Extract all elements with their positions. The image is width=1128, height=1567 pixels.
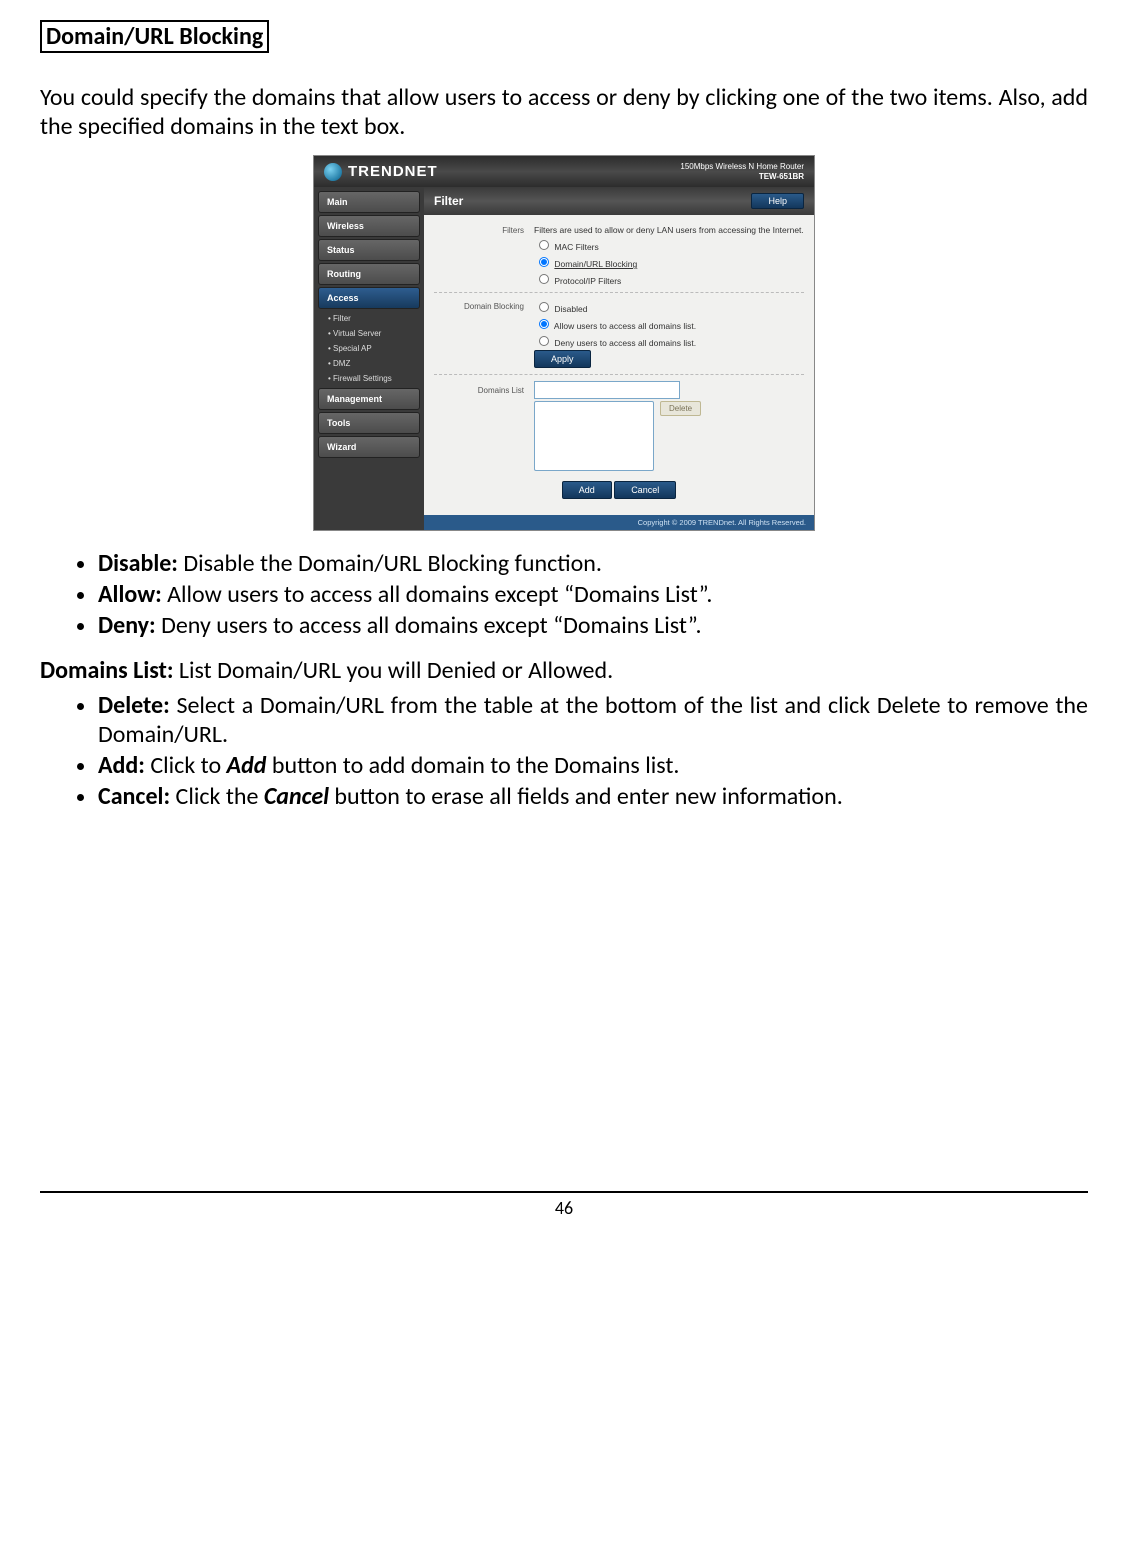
page-footer: 46 bbox=[40, 1191, 1088, 1219]
model-info: 150Mbps Wireless N Home Router TEW-651BR bbox=[680, 162, 804, 181]
page-number: 46 bbox=[555, 1197, 573, 1219]
sidebar-item-wireless[interactable]: Wireless bbox=[318, 215, 420, 237]
bullet-add: Add: Click to Add button to add domain t… bbox=[98, 751, 1088, 780]
router-sidebar: Main Wireless Status Routing Access • Fi… bbox=[314, 187, 424, 530]
router-content: Filter Help Filters Filters are used to … bbox=[424, 187, 814, 530]
cancel-button[interactable]: Cancel bbox=[614, 481, 676, 499]
radio-domain-blocking[interactable] bbox=[539, 257, 549, 267]
domain-blocking-label: Domain Blocking bbox=[434, 302, 530, 311]
db-disabled: Disabled bbox=[554, 304, 587, 314]
filters-label: Filters bbox=[434, 226, 530, 235]
model-line2: TEW-651BR bbox=[680, 172, 804, 182]
bullets-actions: Delete: Select a Domain/URL from the tab… bbox=[40, 691, 1088, 811]
db-allow: Allow users to access all domains list. bbox=[554, 321, 696, 331]
delete-button[interactable]: Delete bbox=[660, 401, 701, 416]
model-line1: 150Mbps Wireless N Home Router bbox=[680, 162, 804, 172]
radio-mac-filters[interactable] bbox=[539, 240, 549, 250]
router-header: TRENDNET 150Mbps Wireless N Home Router … bbox=[314, 156, 814, 187]
sidebar-item-status[interactable]: Status bbox=[318, 239, 420, 261]
sidebar-sub-dmz[interactable]: • DMZ bbox=[314, 356, 424, 371]
filters-desc: Filters are used to allow or deny LAN us… bbox=[534, 225, 804, 235]
sidebar-item-management[interactable]: Management bbox=[318, 388, 420, 410]
sidebar-item-wizard[interactable]: Wizard bbox=[318, 436, 420, 458]
sidebar-item-tools[interactable]: Tools bbox=[318, 412, 420, 434]
db-deny: Deny users to access all domains list. bbox=[554, 338, 696, 348]
panel-title: Filter bbox=[434, 194, 463, 208]
bullet-delete: Delete: Select a Domain/URL from the tab… bbox=[98, 691, 1088, 749]
sidebar-item-main[interactable]: Main bbox=[318, 191, 420, 213]
domain-input[interactable] bbox=[534, 381, 680, 399]
radio-protocol-ip[interactable] bbox=[539, 274, 549, 284]
sidebar-sub-firewall[interactable]: • Firewall Settings bbox=[314, 371, 424, 386]
sidebar-sub-virtual-server[interactable]: • Virtual Server bbox=[314, 326, 424, 341]
brand: TRENDNET bbox=[324, 163, 438, 181]
router-footer: Copyright © 2009 TRENDnet. All Rights Re… bbox=[424, 515, 814, 530]
sidebar-sub-special-ap[interactable]: • Special AP bbox=[314, 341, 424, 356]
sidebar-sub-filter[interactable]: • Filter bbox=[314, 311, 424, 326]
panel-title-bar: Filter Help bbox=[424, 187, 814, 215]
domains-list-heading: Domains List: List Domain/URL you will D… bbox=[40, 656, 1088, 685]
section-title: Domain/URL Blocking bbox=[40, 20, 269, 53]
sidebar-item-routing[interactable]: Routing bbox=[318, 263, 420, 285]
help-button[interactable]: Help bbox=[751, 193, 804, 209]
brand-text: TRENDNET bbox=[348, 163, 438, 180]
intro-paragraph: You could specify the domains that allow… bbox=[40, 83, 1088, 141]
brand-logo-icon bbox=[324, 163, 342, 181]
radio-disabled[interactable] bbox=[539, 302, 549, 312]
router-screenshot: TRENDNET 150Mbps Wireless N Home Router … bbox=[40, 155, 1088, 531]
bullets-modes: Disable: Disable the Domain/URL Blocking… bbox=[40, 549, 1088, 640]
add-button[interactable]: Add bbox=[562, 481, 612, 499]
radio-allow[interactable] bbox=[539, 319, 549, 329]
apply-button[interactable]: Apply bbox=[534, 350, 591, 368]
bullet-allow: Allow: Allow users to access all domains… bbox=[98, 580, 1088, 609]
radio-deny[interactable] bbox=[539, 336, 549, 346]
bullet-deny: Deny: Deny users to access all domains e… bbox=[98, 611, 1088, 640]
opt-protocol: Protocol/IP Filters bbox=[554, 276, 621, 286]
opt-mac: MAC Filters bbox=[554, 242, 598, 252]
domains-listbox[interactable] bbox=[534, 401, 654, 471]
bullet-cancel: Cancel: Click the Cancel button to erase… bbox=[98, 782, 1088, 811]
domains-list-label: Domains List bbox=[434, 386, 530, 395]
opt-domain: Domain/URL Blocking bbox=[554, 259, 637, 269]
sidebar-item-access[interactable]: Access bbox=[318, 287, 420, 309]
bullet-disable: Disable: Disable the Domain/URL Blocking… bbox=[98, 549, 1088, 578]
